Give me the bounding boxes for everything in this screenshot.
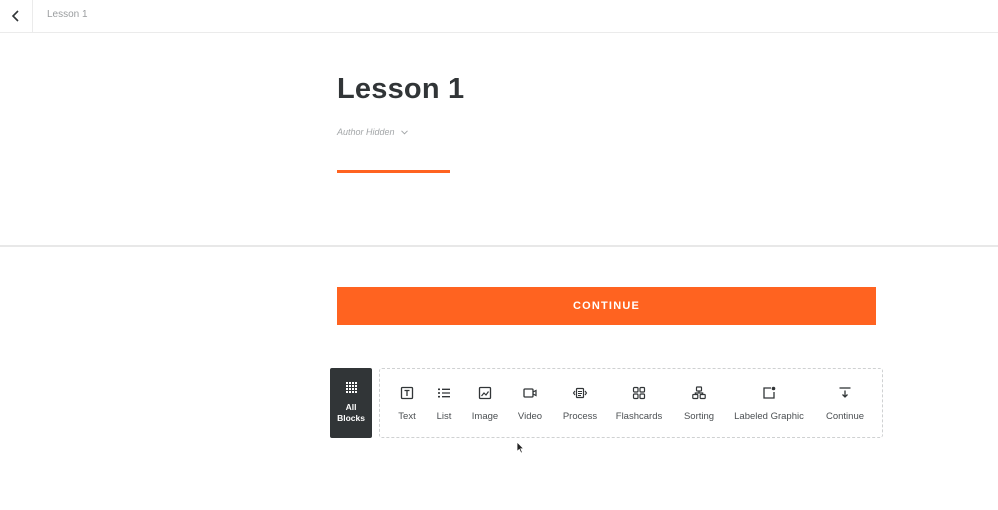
video-icon	[523, 388, 537, 398]
chevron-left-icon	[11, 10, 19, 22]
flashcards-icon	[632, 386, 646, 400]
chevron-down-icon	[400, 129, 408, 135]
block-label: List	[436, 411, 452, 422]
block-label: Image	[471, 411, 499, 422]
grid-icon	[345, 382, 357, 393]
block-list[interactable]: List	[431, 369, 457, 437]
all-blocks-button[interactable]: All Blocks	[330, 368, 372, 438]
continue-button[interactable]: CONTINUE	[337, 287, 876, 325]
author-label: Author Hidden	[337, 127, 395, 137]
block-continue[interactable]: Continue	[822, 369, 868, 437]
block-label: Video	[517, 411, 543, 422]
process-icon	[572, 387, 588, 399]
block-process[interactable]: Process	[562, 369, 598, 437]
back-button[interactable]	[0, 0, 33, 32]
block-image[interactable]: Image	[470, 369, 500, 437]
block-label: Sorting	[683, 411, 715, 422]
title-accent-rule	[337, 170, 450, 173]
block-labeled-graphic[interactable]: Labeled Graphic	[733, 369, 805, 437]
sorting-icon	[692, 386, 706, 400]
mouse-pointer-icon	[516, 441, 525, 454]
block-toolbar: Text List Image Video Process Flashcards…	[379, 368, 883, 438]
text-icon	[400, 386, 414, 400]
all-blocks-label-line1: All	[345, 402, 357, 412]
author-dropdown[interactable]: Author Hidden	[337, 127, 408, 137]
lesson-header: Lesson 1 Author Hidden	[0, 33, 998, 247]
block-label: Labeled Graphic	[734, 411, 804, 422]
list-icon	[438, 388, 450, 398]
block-label: Text	[398, 411, 416, 422]
top-bar: Lesson 1	[0, 0, 998, 33]
block-label: Process	[562, 411, 598, 422]
all-blocks-label-line2: Blocks	[337, 413, 365, 423]
block-label: Flashcards	[615, 411, 663, 422]
breadcrumb[interactable]: Lesson 1	[47, 9, 88, 20]
labeled-graphic-icon	[763, 386, 776, 399]
block-sorting[interactable]: Sorting	[682, 369, 716, 437]
block-text[interactable]: Text	[394, 369, 420, 437]
block-video[interactable]: Video	[516, 369, 544, 437]
block-label: Continue	[825, 411, 865, 422]
block-flashcards[interactable]: Flashcards	[614, 369, 664, 437]
lesson-title[interactable]: Lesson 1	[337, 73, 464, 106]
continue-icon	[839, 387, 851, 398]
image-icon	[478, 386, 492, 400]
all-blocks-label: All Blocks	[337, 402, 365, 424]
